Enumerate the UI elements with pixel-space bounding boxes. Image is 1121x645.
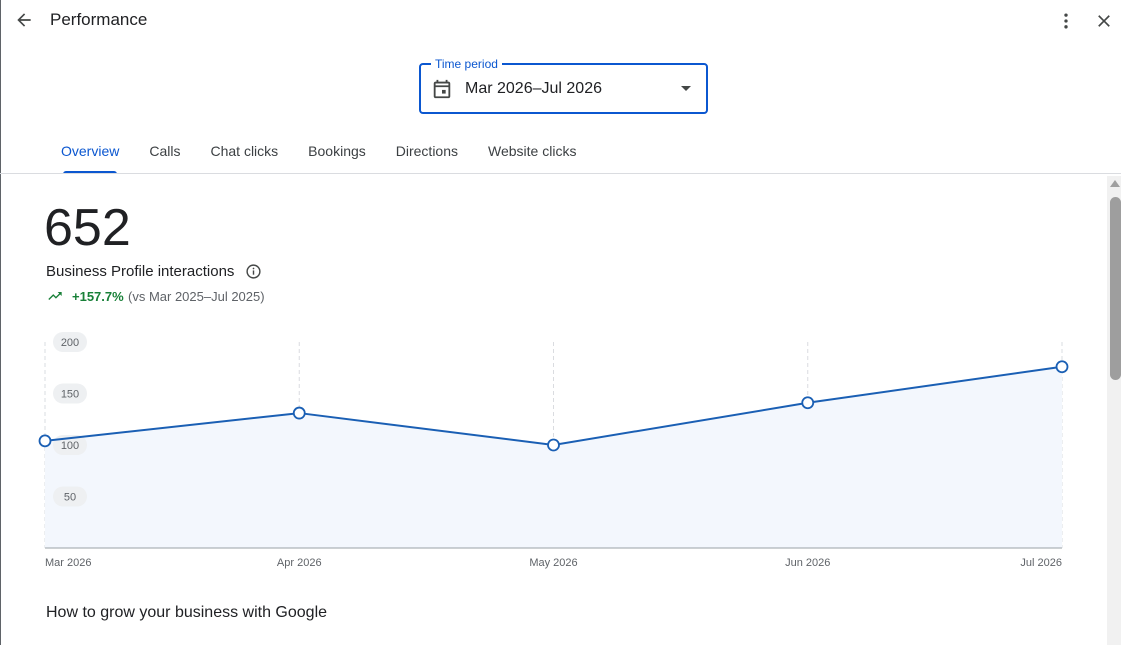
y-tick-label: 50 <box>53 486 87 507</box>
y-tick-label: 150 <box>53 383 87 404</box>
metric-label: Business Profile interactions <box>46 263 235 280</box>
section-title: How to grow your business with Google <box>46 604 328 621</box>
time-period-select[interactable]: Time period Mar 2026–Jul 2026 <box>419 56 708 114</box>
tab-website-clicks[interactable]: Website clicks <box>473 130 591 174</box>
y-tick-text: 100 <box>61 440 79 452</box>
total-interactions: 652 <box>44 199 131 257</box>
interactions-chart: 50 100 150 200 Mar 2026 Apr 2026 May 2026 Jun 2… <box>38 332 1069 569</box>
y-tick-label: 200 <box>53 332 87 352</box>
time-period-value: Mar 2026–Jul 2026 <box>465 80 602 97</box>
tab-bar: Overview Calls Chat clicks Bookings Dire… <box>46 130 591 174</box>
y-tick-text: 200 <box>61 337 79 349</box>
time-period-label: Time period <box>431 56 502 72</box>
tab-directions[interactable]: Directions <box>381 130 473 174</box>
tabs-divider <box>0 173 1121 174</box>
close-button[interactable] <box>1092 8 1116 34</box>
data-point <box>801 396 815 410</box>
tab-calls[interactable]: Calls <box>134 130 195 174</box>
tab-bookings[interactable]: Bookings <box>293 130 381 174</box>
y-tick-text: 150 <box>61 389 79 401</box>
comparison-period: (vs Mar 2025–Jul 2025) <box>128 289 265 304</box>
y-tick-text: 50 <box>64 492 76 504</box>
trending-up-icon <box>48 292 62 300</box>
x-tick-label: Apr 2026 <box>277 557 322 569</box>
more-options-button[interactable] <box>1054 8 1078 34</box>
x-tick-label: Jul 2026 <box>1020 557 1062 569</box>
data-point <box>38 434 52 448</box>
x-tick-label: Mar 2026 <box>45 557 91 569</box>
tab-overview[interactable]: Overview <box>46 130 134 174</box>
data-point <box>547 438 560 452</box>
scroll-up-arrow[interactable] <box>1110 180 1120 187</box>
data-point <box>1055 360 1069 374</box>
back-button[interactable] <box>10 6 38 34</box>
arrow-drop-down-icon <box>681 86 691 91</box>
tab-chat-clicks[interactable]: Chat clicks <box>195 130 293 174</box>
page-title: Performance <box>50 10 148 29</box>
more-vert-icon <box>1064 13 1068 29</box>
calendar-icon <box>433 79 451 99</box>
scrollbar-thumb[interactable] <box>1110 197 1121 380</box>
change-percent: +157.7% <box>72 289 124 304</box>
info-icon[interactable] <box>245 263 262 280</box>
data-point <box>292 406 306 420</box>
header: Performance <box>0 0 1121 44</box>
x-tick-label: Jun 2026 <box>785 557 830 569</box>
x-tick-label: May 2026 <box>529 557 577 569</box>
close-icon <box>1098 15 1110 27</box>
arrow-back-icon <box>17 13 31 27</box>
